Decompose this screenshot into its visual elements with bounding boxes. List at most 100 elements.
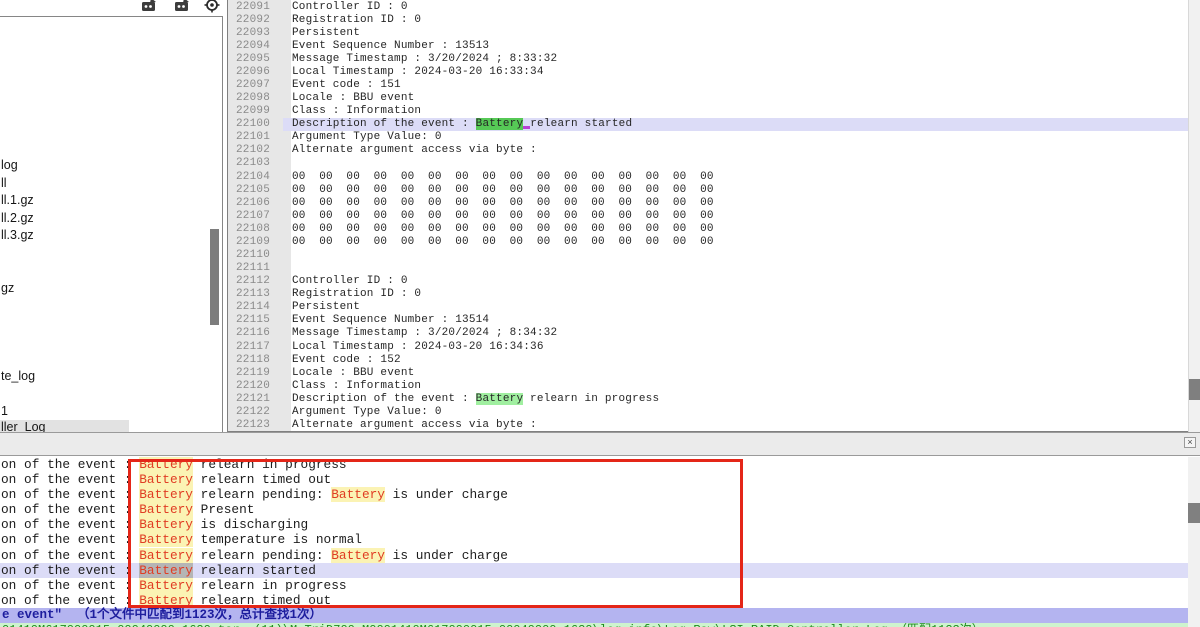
line-number: 22120 — [228, 380, 283, 392]
line-text: 00 00 00 00 00 00 00 00 00 00 00 00 00 0… — [283, 209, 1188, 222]
line-number: 22115 — [228, 314, 283, 326]
editor-scrollbar[interactable] — [1188, 0, 1200, 432]
line-text: Event Sequence Number : 13514 — [283, 314, 1188, 327]
search-summary-line[interactable]: e event" （1个文件中匹配到1123次，总计查找1次） — [0, 608, 1188, 623]
editor-line: 22110 — [228, 248, 1188, 261]
sidebar-item[interactable]: ll.3.gz — [0, 228, 34, 243]
editor-lines: 22091Controller ID : 022092 Registration … — [228, 0, 1188, 432]
editor-line: 22099Class : Information — [228, 105, 1188, 118]
line-text: Message Timestamp : 3/20/2024 ; 8:34:32 — [283, 327, 1188, 340]
line-number: 22103 — [228, 157, 283, 169]
editor-line: 22119Locale : BBU event — [228, 366, 1188, 379]
search-file-line[interactable]: 01410M617000015-00040000-1620.tar (11)\M… — [0, 623, 1188, 627]
line-text: Registration ID : 0 — [283, 288, 1188, 301]
toolbar — [0, 0, 227, 16]
line-number: 22114 — [228, 301, 283, 313]
results-scrollbar[interactable] — [1188, 457, 1200, 627]
log-editor[interactable]: 22091Controller ID : 022092 Registration … — [227, 0, 1188, 432]
editor-line: 22093Persistent — [228, 26, 1188, 39]
line-number: 22106 — [228, 197, 283, 209]
editor-line: 22098Locale : BBU event — [228, 92, 1188, 105]
sidebar-scrollbar-thumb[interactable] — [210, 229, 219, 325]
sidebar-item[interactable]: log — [0, 158, 18, 173]
locate-target-icon[interactable] — [203, 0, 221, 14]
sidebar-item[interactable]: 1 — [0, 404, 8, 419]
line-text: 00 00 00 00 00 00 00 00 00 00 00 00 00 0… — [283, 183, 1188, 196]
line-number: 22110 — [228, 249, 283, 261]
line-text: Argument Type Value: 0 — [283, 131, 1188, 144]
highlighted-match: Battery — [476, 393, 524, 405]
line-number: 22098 — [228, 92, 283, 104]
editor-line: 22113Registration ID : 0 — [228, 288, 1188, 301]
line-number: 22091 — [228, 1, 283, 13]
editor-line: 22096Local Timestamp : 2024-03-20 16:33:… — [228, 65, 1188, 78]
search-result-row[interactable]: on of the event : Battery relearn starte… — [0, 563, 1188, 578]
line-text: Locale : BBU event — [283, 366, 1188, 379]
file-switch-2-icon[interactable] — [173, 0, 191, 14]
editor-line: 2210700 00 00 00 00 00 00 00 00 00 00 00… — [228, 209, 1188, 222]
sidebar-item[interactable]: ll.2.gz — [0, 211, 34, 226]
search-result-row[interactable]: on of the event : Battery is discharging — [0, 517, 1188, 532]
line-text — [283, 248, 1188, 261]
line-text: Event code : 152 — [283, 353, 1188, 366]
result-prefix: on of the event : — [1, 593, 139, 608]
line-text: 00 00 00 00 00 00 00 00 00 00 00 00 00 0… — [283, 196, 1188, 209]
results-scrollbar-thumb[interactable] — [1188, 503, 1200, 523]
line-number: 22123 — [228, 419, 283, 431]
text-caret — [523, 119, 530, 129]
sidebar-item[interactable]: gz — [0, 281, 14, 296]
line-text: Controller ID : 0 — [283, 0, 1188, 13]
editor-line: 22095Message Timestamp : 3/20/2024 ; 8:3… — [228, 52, 1188, 65]
line-number: 22100 — [228, 118, 283, 130]
search-result-row[interactable]: on of the event : Battery relearn in pro… — [0, 578, 1188, 593]
line-text: Alternate argument access via byte : — [283, 144, 1188, 157]
sidebar-item[interactable]: ll.1.gz — [0, 193, 34, 208]
line-number: 22108 — [228, 223, 283, 235]
editor-scrollbar-thumb[interactable] — [1189, 379, 1200, 400]
search-result-row[interactable]: on of the event : Battery Present — [0, 502, 1188, 517]
editor-line: 22118Event code : 152 — [228, 353, 1188, 366]
result-prefix: on of the event : — [1, 487, 139, 502]
result-prefix: on of the event : — [1, 517, 139, 532]
panel-splitter[interactable]: × — [0, 432, 1200, 456]
editor-line: 22123Alternate argument access via byte … — [228, 419, 1188, 432]
line-text: Argument Type Value: 0 — [283, 405, 1188, 418]
editor-line: 2210600 00 00 00 00 00 00 00 00 00 00 00… — [228, 196, 1188, 209]
sidebar-file-list[interactable]: logllll.1.gzll.2.gzll.3.gzgzte_log1ller_… — [0, 16, 223, 435]
search-result-row[interactable]: on of the event : Battery relearn timed … — [0, 593, 1188, 608]
line-number: 22113 — [228, 288, 283, 300]
line-text: Description of the event : Battery relea… — [283, 392, 1188, 405]
line-number: 22118 — [228, 354, 283, 366]
line-number: 22092 — [228, 14, 283, 26]
result-match: Battery — [139, 578, 193, 593]
result-prefix: on of the event : — [1, 563, 139, 578]
result-prefix: on of the event : — [1, 457, 139, 472]
search-results-panel: on of the event : Battery relearn in pro… — [0, 457, 1188, 627]
editor-line: 22116Message Timestamp : 3/20/2024 ; 8:3… — [228, 327, 1188, 340]
search-result-row[interactable]: on of the event : Battery relearn timed … — [0, 472, 1188, 487]
line-text: 00 00 00 00 00 00 00 00 00 00 00 00 00 0… — [283, 222, 1188, 235]
log-viewer-window: { "toolbar": { "icons": [ {"name": "file… — [0, 0, 1200, 627]
line-text: 00 00 00 00 00 00 00 00 00 00 00 00 00 0… — [283, 170, 1188, 183]
file-switch-icon[interactable] — [140, 0, 158, 14]
result-match: Battery — [139, 593, 193, 608]
line-number: 22111 — [228, 262, 283, 274]
close-results-button[interactable]: × — [1184, 437, 1196, 448]
line-number: 22094 — [228, 40, 283, 52]
search-result-row[interactable]: on of the event : Battery relearn in pro… — [0, 457, 1188, 472]
search-result-row[interactable]: on of the event : Battery temperature is… — [0, 532, 1188, 547]
result-match: Battery — [331, 548, 385, 563]
line-number: 22104 — [228, 171, 283, 183]
editor-line: 22115Event Sequence Number : 13514 — [228, 314, 1188, 327]
line-number: 22102 — [228, 144, 283, 156]
line-number: 22109 — [228, 236, 283, 248]
sidebar-item[interactable]: te_log — [0, 369, 35, 384]
editor-line: 22120Class : Information — [228, 379, 1188, 392]
result-match: Battery — [139, 548, 193, 563]
line-number: 22099 — [228, 105, 283, 117]
result-match: Battery — [139, 517, 193, 532]
search-result-row[interactable]: on of the event : Battery relearn pendin… — [0, 548, 1188, 563]
sidebar-item[interactable]: ll — [0, 176, 7, 191]
search-result-row[interactable]: on of the event : Battery relearn pendin… — [0, 487, 1188, 502]
editor-line: 22111 — [228, 262, 1188, 275]
